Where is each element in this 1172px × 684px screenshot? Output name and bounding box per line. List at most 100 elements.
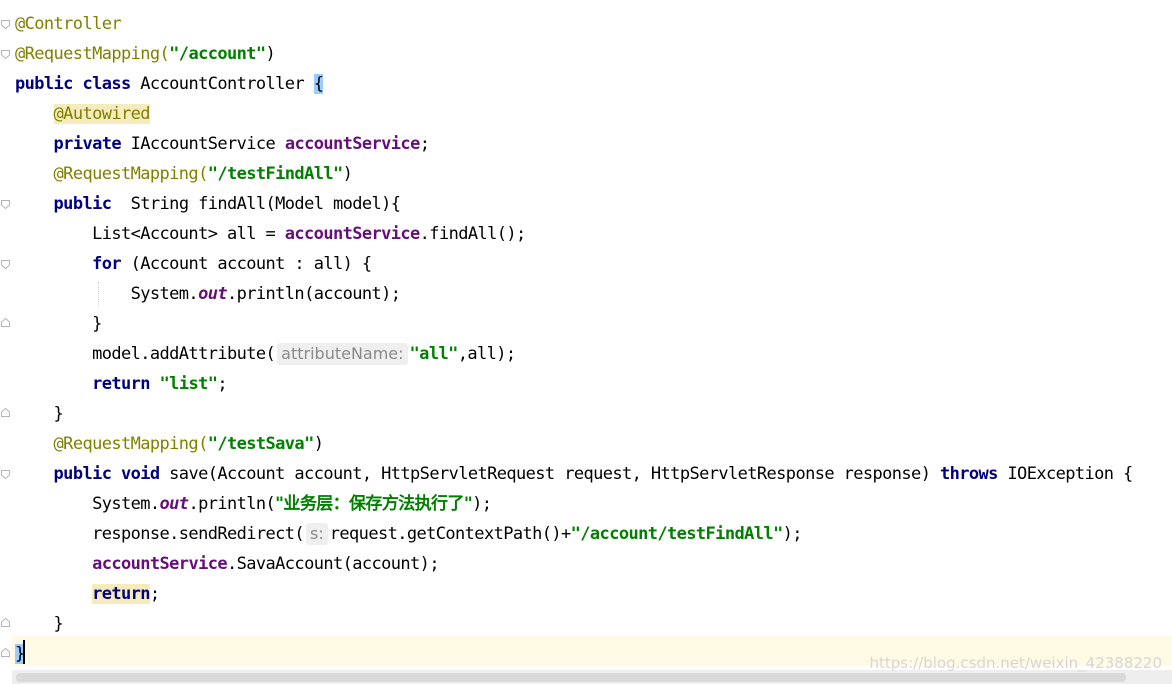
code-line[interactable]: @Controller bbox=[15, 9, 122, 39]
code-line[interactable]: response.sendRedirect(s: request.getConte… bbox=[15, 519, 803, 549]
code-token: public void bbox=[53, 464, 170, 484]
fold-start-icon[interactable] bbox=[1, 470, 10, 479]
code-token: ,all); bbox=[457, 344, 516, 364]
code-token: public class bbox=[15, 74, 141, 94]
code-line[interactable]: List<Account> all = accountService.findA… bbox=[15, 219, 526, 249]
code-token: accountService bbox=[92, 554, 227, 574]
code-line[interactable]: } bbox=[15, 399, 64, 429]
fold-end-icon[interactable] bbox=[1, 318, 10, 327]
fold-start-icon[interactable] bbox=[1, 260, 10, 269]
code-token: out bbox=[198, 284, 228, 304]
code-token: .SavaAccount(account); bbox=[226, 554, 440, 574]
code-token: } bbox=[15, 404, 64, 424]
code-token: model.addAttribute( bbox=[15, 344, 276, 364]
code-token: .println(account); bbox=[226, 284, 401, 304]
code-token: { bbox=[313, 74, 324, 94]
code-token: private bbox=[53, 134, 131, 154]
code-token: IAccountService bbox=[130, 134, 285, 154]
code-token: throws bbox=[939, 464, 1008, 484]
code-token: @Controller bbox=[15, 14, 122, 34]
code-token: ; bbox=[419, 134, 430, 154]
code-line[interactable]: } bbox=[15, 609, 64, 639]
code-token: ) bbox=[342, 164, 353, 184]
watermark: https://blog.csdn.net/weixin_42388220 bbox=[869, 654, 1162, 672]
code-token: save(Account account, HttpServletRequest… bbox=[169, 464, 940, 484]
code-line[interactable]: public class AccountController { bbox=[15, 69, 324, 99]
fold-end-icon[interactable] bbox=[1, 408, 10, 417]
code-line[interactable]: private IAccountService accountService; bbox=[15, 129, 430, 159]
code-line[interactable]: public String findAll(Model model){ bbox=[15, 189, 401, 219]
code-token: public bbox=[53, 194, 131, 214]
code-token: (Account account : all) { bbox=[130, 254, 372, 274]
code-line[interactable]: @RequestMapping("/account") bbox=[15, 39, 276, 69]
text-caret bbox=[23, 640, 25, 664]
fold-start-icon[interactable] bbox=[1, 50, 10, 59]
code-line[interactable]: return "list"; bbox=[15, 369, 227, 399]
code-token: "all" bbox=[409, 344, 459, 364]
code-token: @RequestMapping( bbox=[15, 44, 170, 64]
code-token: response.sendRedirect( bbox=[15, 524, 305, 544]
code-line[interactable]: public void save(Account account, HttpSe… bbox=[15, 459, 1134, 489]
code-token: "业务层：保存方法执行了" bbox=[275, 494, 473, 514]
code-token: } bbox=[15, 314, 102, 334]
code-token: return bbox=[92, 374, 160, 394]
fold-start-icon[interactable] bbox=[1, 200, 10, 209]
fold-end-icon[interactable] bbox=[1, 648, 10, 657]
code-token: IOException { bbox=[1007, 464, 1133, 484]
code-token: return bbox=[92, 584, 151, 604]
code-token: "/testFindAll" bbox=[207, 164, 343, 184]
code-token: @RequestMapping( bbox=[53, 164, 209, 184]
code-token: accountService bbox=[284, 224, 420, 244]
code-token: accountService bbox=[284, 134, 420, 154]
code-line[interactable]: System.out.println("业务层：保存方法执行了"); bbox=[15, 489, 492, 519]
code-token: List<Account> all = bbox=[15, 224, 285, 244]
code-token: "list" bbox=[159, 374, 218, 394]
horizontal-scrollbar-thumb[interactable] bbox=[16, 673, 1126, 682]
code-token: @Autowired bbox=[53, 104, 151, 124]
code-token: ) bbox=[313, 434, 324, 454]
code-line[interactable]: accountService.SavaAccount(account); bbox=[15, 549, 439, 579]
code-token: "/account" bbox=[169, 44, 266, 64]
fold-end-icon[interactable] bbox=[1, 618, 10, 627]
code-token: "/testSava" bbox=[207, 434, 315, 454]
code-token: System. bbox=[15, 284, 199, 304]
code-line[interactable]: model.addAttribute(attributeName: "all",a… bbox=[15, 339, 516, 369]
code-line[interactable]: for (Account account : all) { bbox=[15, 249, 372, 279]
code-token: out bbox=[159, 494, 190, 514]
editor-gutter bbox=[0, 0, 12, 684]
code-token: ; bbox=[149, 584, 160, 604]
code-token: ); bbox=[782, 524, 803, 544]
code-token: "/account/testFindAll" bbox=[570, 524, 784, 544]
code-token: for bbox=[92, 254, 131, 274]
code-token: ) bbox=[265, 44, 276, 64]
parameter-hint: attributeName: bbox=[277, 343, 408, 365]
code-token: } bbox=[15, 614, 64, 634]
code-line[interactable]: @Autowired bbox=[15, 99, 151, 129]
code-line[interactable]: } bbox=[15, 309, 102, 339]
code-line[interactable]: return; bbox=[15, 579, 160, 609]
parameter-hint: s: bbox=[306, 523, 328, 545]
code-line[interactable]: @RequestMapping("/testSava") bbox=[15, 429, 324, 459]
code-line[interactable]: System.out.println(account); bbox=[15, 279, 401, 309]
code-token: String findAll(Model model){ bbox=[130, 194, 401, 214]
code-token: ; bbox=[217, 374, 227, 394]
code-line[interactable]: @RequestMapping("/testFindAll") bbox=[15, 159, 353, 189]
code-token: ); bbox=[472, 494, 492, 514]
code-token: System. bbox=[15, 494, 160, 514]
code-editor[interactable]: @Controller @RequestMapping("/account") pu… bbox=[0, 0, 1172, 684]
code-token: AccountController bbox=[140, 74, 314, 94]
fold-start-icon[interactable] bbox=[1, 20, 10, 29]
code-token: .findAll(); bbox=[419, 224, 527, 244]
code-token: @RequestMapping( bbox=[53, 434, 209, 454]
code-token: .println( bbox=[188, 494, 276, 514]
